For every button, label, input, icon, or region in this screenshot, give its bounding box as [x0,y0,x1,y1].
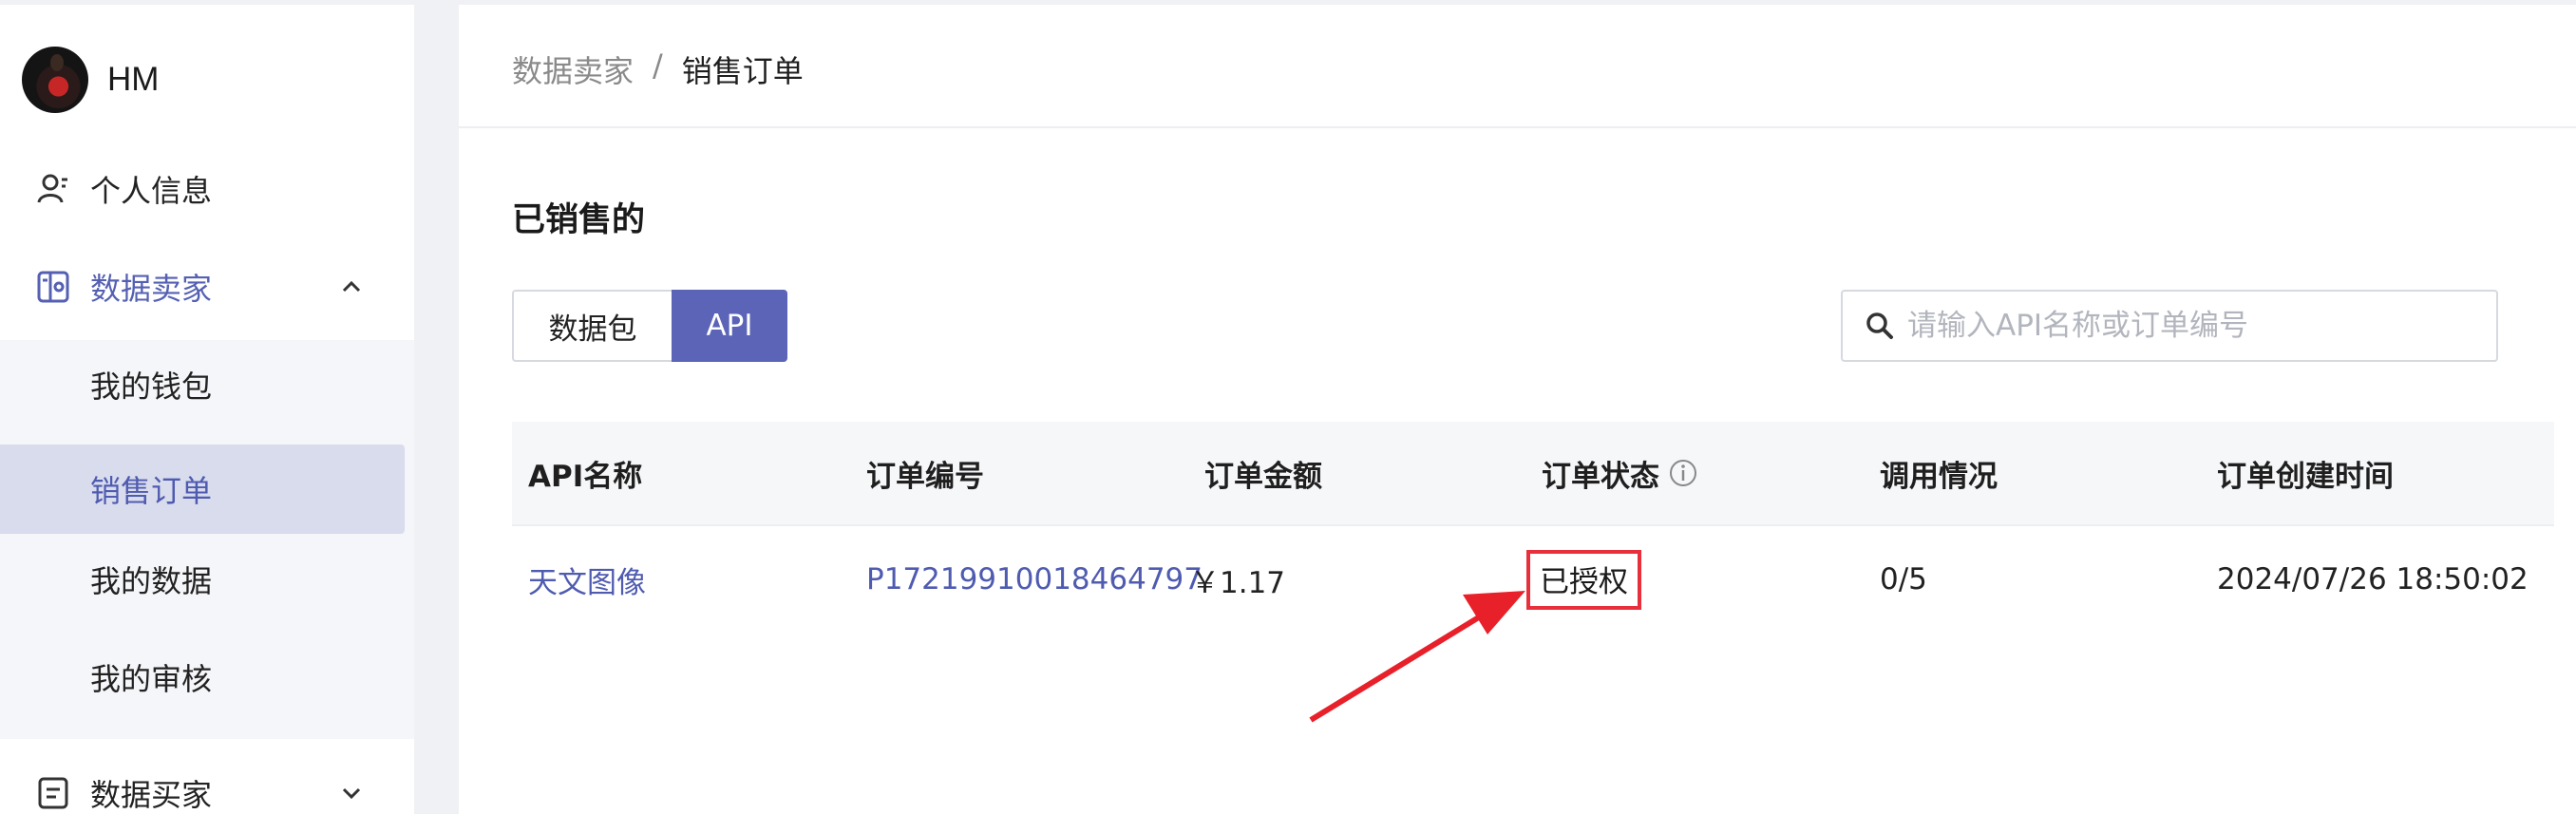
table-header: API名称 订单编号 订单金额 订单状态 调用情况 订单创建时间 [512,422,2554,526]
sidebar-subitem-my-review[interactable]: 我的审核 [0,633,405,722]
order-amount: ￥1.17 [1190,565,1286,600]
sidebar: HM 个人信息 数据卖家 我的钱包 销售订单 我的数据 我的审核 数据买家 [0,0,414,814]
sidebar-item-label: 数据卖家 [90,270,213,307]
order-status-highlighted: 已授权 [1526,549,1641,610]
sidebar-subitem-label: 销售订单 [90,473,213,509]
col-header-status-label: 订单状态 [1542,459,1659,494]
buyer-icon [34,774,72,812]
col-header-amount: 订单金额 [1204,459,1322,494]
search-icon [1864,310,1896,342]
col-header-order-no: 订单编号 [866,459,984,494]
section-title: 已销售的 [512,201,646,239]
username: HM [107,61,160,98]
sidebar-item-label: 数据买家 [90,776,213,813]
search-box [1841,290,2498,362]
breadcrumb-parent[interactable]: 数据卖家 [512,47,634,91]
usage-count: 0/5 [1880,562,1927,596]
breadcrumb-current: 销售订单 [681,53,804,89]
sidebar-item-profile[interactable]: 个人信息 [0,140,414,237]
breadcrumb: 数据卖家 / 销售订单 [512,47,804,91]
sidebar-subitem-my-data[interactable]: 我的数据 [0,535,405,624]
header-divider [459,126,2576,128]
info-icon[interactable] [1667,457,1699,489]
table-row: 天文图像 P17219910018464797 ￥1.17 已授权 0/5 20… [512,526,2554,633]
api-name-link[interactable]: 天文图像 [528,558,646,601]
breadcrumb-separator: / [653,47,663,84]
col-header-usage: 调用情况 [1880,459,1998,494]
sidebar-item-buyer[interactable]: 数据买家 [0,744,414,814]
main-panel: 数据卖家 / 销售订单 已销售的 数据包 API API名称 订单编号 订单金额… [459,5,2576,814]
sidebar-item-seller[interactable]: 数据卖家 [0,237,414,335]
tab-data-package[interactable]: 数据包 [512,290,672,362]
sidebar-subitem-label: 我的审核 [90,661,213,697]
type-tabs: 数据包 API [512,290,787,362]
sidebar-subitem-label: 我的数据 [90,563,213,599]
user-profile[interactable]: HM [22,46,159,114]
sidebar-subitem-wallet[interactable]: 我的钱包 [0,340,405,429]
col-header-status: 订单状态 [1542,452,1699,495]
tab-api[interactable]: API [672,290,787,362]
avatar[interactable] [22,47,88,113]
sidebar-subitem-label: 我的钱包 [90,369,213,405]
created-time: 2024/07/26 18:50:02 [2217,562,2529,596]
chevron-up-icon[interactable] [337,273,366,301]
sidebar-subitem-sales-orders[interactable]: 销售订单 [0,445,405,534]
col-header-api-name: API名称 [528,459,643,494]
orders-table: API名称 订单编号 订单金额 订单状态 调用情况 订单创建时间 天文图像 P1… [512,422,2554,633]
sidebar-item-label: 个人信息 [90,172,213,209]
col-header-created: 订单创建时间 [2217,459,2394,494]
order-no-link[interactable]: P17219910018464797 [866,562,1203,596]
user-icon [34,170,72,208]
search-input[interactable] [1907,309,2477,343]
chevron-down-icon[interactable] [337,779,366,807]
seller-icon [34,268,72,306]
seller-submenu: 我的钱包 销售订单 我的数据 我的审核 [0,340,414,739]
